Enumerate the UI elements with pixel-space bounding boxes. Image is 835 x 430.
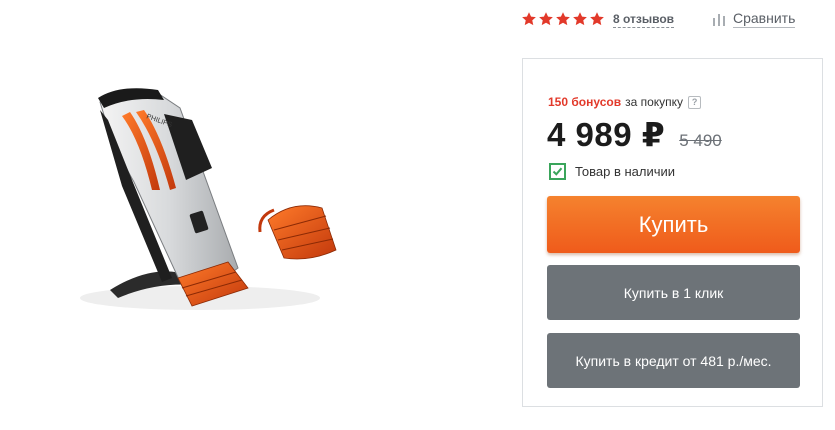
star-icon <box>556 12 570 26</box>
rating-stars <box>521 11 605 27</box>
old-price: 5 490 <box>679 131 722 150</box>
checkmark-icon <box>549 163 566 180</box>
product-image[interactable]: PHILIPS <box>60 40 480 370</box>
star-icon <box>590 12 604 26</box>
bar-chart-icon <box>713 14 725 26</box>
star-icon <box>522 12 536 26</box>
bonus-suffix: за покупку <box>625 95 684 109</box>
bonus-amount: 150 бонусов <box>548 95 622 109</box>
stock-label: Товар в наличии <box>575 164 676 179</box>
buy-box: 150 бонусов за покупку ? 4 989 ₽ 5 490 Т… <box>522 58 823 407</box>
price-row: 4 989 ₽ 5 490 <box>547 115 722 154</box>
reviews-link[interactable]: 8 отзывов <box>613 12 675 28</box>
compare-link[interactable]: Сравнить <box>711 10 796 28</box>
bonus-line: 150 бонусов за покупку ? <box>548 95 702 109</box>
help-icon[interactable]: ? <box>688 95 702 109</box>
credit-buy-button[interactable]: Купить в кредит от 481 р./мес. <box>547 333 800 388</box>
one-click-buy-button[interactable]: Купить в 1 клик <box>547 265 800 320</box>
compare-label: Сравнить <box>733 10 796 28</box>
stock-status: Товар в наличии <box>549 163 675 180</box>
buy-button[interactable]: Купить <box>547 196 800 253</box>
trimmer-illustration: PHILIPS <box>80 88 337 310</box>
star-icon <box>573 12 587 26</box>
current-price: 4 989 ₽ <box>547 116 666 153</box>
rating-row: 8 отзывов Сравнить <box>521 9 835 31</box>
star-icon <box>539 12 553 26</box>
